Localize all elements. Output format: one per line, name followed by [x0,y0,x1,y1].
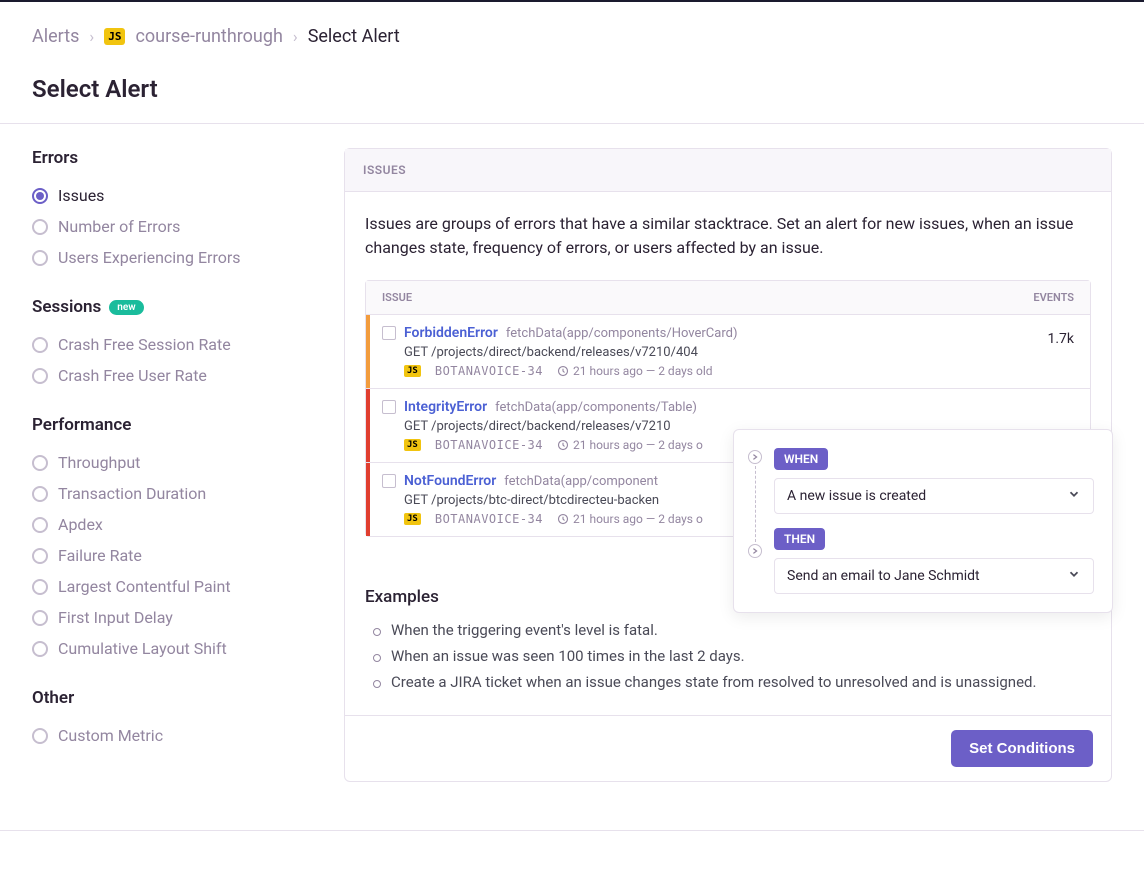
panel-header: ISSUES [345,149,1111,192]
group-title: Sessionsnew [32,297,312,317]
radio-icon [32,728,48,744]
sidebar-item[interactable]: Custom Metric [32,720,312,751]
sidebar-item[interactable]: Failure Rate [32,540,312,571]
rule-overlay: WHEN A new issue is created THEN Send an… [733,429,1113,613]
sidebar: Errors Issues Number of Errors Users Experi… [32,148,312,782]
radio-icon [32,455,48,471]
project-badge-small: JS [404,365,421,377]
breadcrumb: Alerts › JS course-runthrough › Select A… [32,26,1112,47]
new-badge: new [109,300,143,315]
breadcrumb-current: Select Alert [308,26,400,47]
radio-icon [32,219,48,235]
checkbox[interactable] [382,326,396,340]
set-conditions-button[interactable]: Set Conditions [951,730,1093,767]
issue-name[interactable]: IntegrityError [404,399,487,415]
sidebar-item-label: Crash Free User Rate [58,366,207,385]
breadcrumb-root[interactable]: Alerts [32,26,79,47]
group-title: Performance [32,415,312,435]
list-item: Create a JIRA ticket when an issue chang… [373,669,1091,695]
issue-time: 21 hours ago — 2 days o [557,512,703,526]
radio-icon [32,610,48,626]
sidebar-item[interactable]: Apdex [32,509,312,540]
sidebar-item-label: Transaction Duration [58,484,206,503]
page-title: Select Alert [32,75,1112,103]
sidebar-item-label: Number of Errors [58,217,180,236]
checkbox[interactable] [382,400,396,414]
issue-name[interactable]: NotFoundError [404,473,496,489]
sidebar-item[interactable]: Cumulative Layout Shift [32,633,312,664]
when-select[interactable]: A new issue is created [774,478,1094,514]
radio-icon [32,337,48,353]
then-select[interactable]: Send an email to Jane Schmidt [774,558,1094,594]
radio-icon [32,486,48,502]
chevron-right-icon: › [293,27,298,46]
radio-icon [32,517,48,533]
table-row[interactable]: ForbiddenError fetchData(app/components/H… [366,315,1090,389]
chevron-down-icon [1067,567,1081,585]
sidebar-item-label: Failure Rate [58,546,142,565]
then-tag: THEN [774,528,825,550]
sidebar-item[interactable]: Crash Free Session Rate [32,329,312,360]
sidebar-item[interactable]: Users Experiencing Errors [32,242,312,273]
sidebar-item-label: Cumulative Layout Shift [58,639,227,658]
main-panel: ISSUES Issues are groups of errors that … [344,148,1112,782]
breadcrumb-project[interactable]: course-runthrough [135,26,282,47]
group-title: Errors [32,148,312,168]
issue-name[interactable]: ForbiddenError [404,325,498,341]
issue-project: BOTANAVOICE-34 [435,438,543,452]
list-item: When the triggering event's level is fat… [373,617,1091,643]
issue-source: fetchData(app/components/Table) [495,400,697,415]
checkbox[interactable] [382,474,396,488]
project-badge-small: JS [404,439,421,451]
issue-source: fetchData(app/components/HoverCard) [506,326,738,341]
events-count [1020,389,1090,405]
sidebar-item-label: First Input Delay [58,608,173,627]
issue-project: BOTANAVOICE-34 [435,512,543,526]
sidebar-item[interactable]: Throughput [32,447,312,478]
when-tag: WHEN [774,448,828,470]
sidebar-item[interactable]: Largest Contentful Paint [32,571,312,602]
panel-description: Issues are groups of errors that have a … [365,212,1091,260]
sidebar-item-label: Issues [58,186,104,205]
timeline-dot-icon [748,450,762,464]
sidebar-item-label: Crash Free Session Rate [58,335,231,354]
sidebar-item-label: Custom Metric [58,726,163,745]
sidebar-item[interactable]: First Input Delay [32,602,312,633]
radio-icon [32,579,48,595]
sidebar-item-label: Users Experiencing Errors [58,248,241,267]
project-badge-small: JS [404,513,421,525]
issue-path: GET /projects/direct/backend/releases/v7… [404,345,1008,360]
timeline-dot-icon [748,544,762,558]
radio-icon [32,548,48,564]
col-events: EVENTS [1033,291,1074,304]
radio-icon [32,250,48,266]
sidebar-item[interactable]: Transaction Duration [32,478,312,509]
examples-list: When the triggering event's level is fat… [365,617,1091,695]
events-count: 1.7k [1020,315,1090,347]
when-value: A new issue is created [787,488,926,504]
sidebar-item-label: Apdex [58,515,103,534]
list-item: When an issue was seen 100 times in the … [373,643,1091,669]
sidebar-item[interactable]: Issues [32,180,312,211]
sidebar-item-label: Throughput [58,453,140,472]
group-title: Other [32,688,312,708]
issue-time: 21 hours ago — 2 days o [557,438,703,452]
col-issue: ISSUE [382,291,412,304]
issue-source: fetchData(app/component [504,474,658,489]
chevron-right-icon: › [89,27,94,46]
chevron-down-icon [1067,487,1081,505]
sidebar-item[interactable]: Crash Free User Rate [32,360,312,391]
radio-icon [32,368,48,384]
issue-time: 21 hours ago — 2 days old [557,364,713,378]
radio-icon [32,641,48,657]
sidebar-item-label: Largest Contentful Paint [58,577,231,596]
sidebar-item[interactable]: Number of Errors [32,211,312,242]
project-badge: JS [104,28,125,45]
issue-project: BOTANAVOICE-34 [435,364,543,378]
radio-icon [32,188,48,204]
then-value: Send an email to Jane Schmidt [787,568,980,584]
